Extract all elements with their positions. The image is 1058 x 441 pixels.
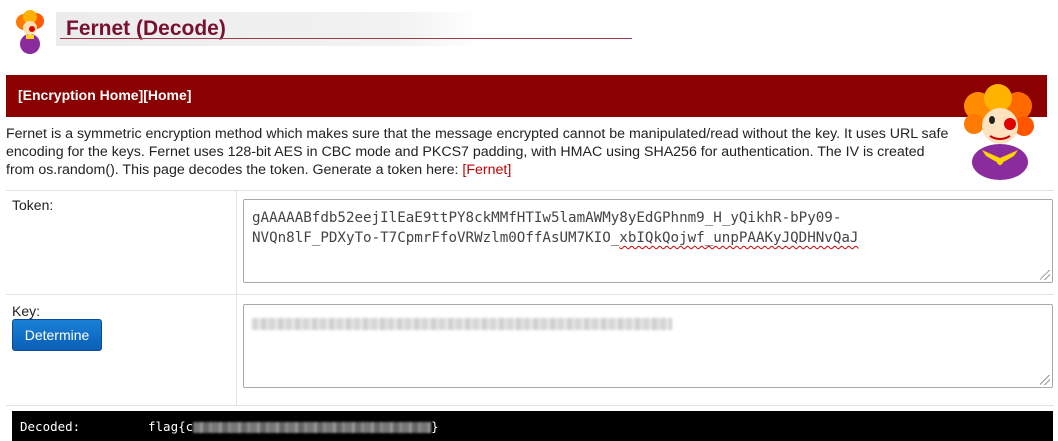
fernet-link[interactable]: [Fernet]	[462, 162, 511, 178]
clown-icon	[16, 10, 44, 54]
column-divider	[236, 191, 237, 405]
encryption-home-link[interactable]: [Encryption Home]	[18, 87, 143, 103]
determine-button[interactable]: Determine	[12, 319, 102, 351]
key-textarea[interactable]	[243, 304, 1053, 388]
decode-form: Token: Key: gAAAAABfdb52eejIlEaE9ttPY8ck…	[6, 190, 1054, 441]
decoded-output: Decoded: flag{c}	[12, 411, 1053, 441]
home-link[interactable]: [Home]	[143, 87, 191, 103]
description: Fernet is a symmetric encryption method …	[6, 125, 956, 179]
token-line-2-spellcheck: xbIQkQojwf_unpPAAKyJQDHNvQaJ	[619, 230, 859, 246]
resize-handle[interactable]	[1040, 375, 1050, 385]
decoded-label: Decoded:	[20, 419, 81, 434]
page-header: Fernet (Decode)	[0, 0, 1058, 60]
decoded-value-prefix: flag{c	[148, 419, 194, 434]
token-line-1: gAAAAABfdb52eejIlEaE9ttPY8ckMMfHTIw5lamA…	[252, 210, 842, 226]
redacted-flag	[193, 422, 432, 433]
decoded-value-suffix: }	[431, 419, 439, 434]
token-label: Token:	[12, 197, 54, 213]
resize-handle[interactable]	[1040, 270, 1050, 280]
clown-mascot-icon	[964, 84, 1034, 180]
title-underline	[60, 38, 632, 39]
nav-links: [Encryption Home][Home]	[18, 87, 191, 103]
token-textarea[interactable]: gAAAAABfdb52eejIlEaE9ttPY8ckMMfHTIw5lamA…	[243, 199, 1053, 283]
redacted-key	[252, 318, 672, 330]
key-label: Key:	[12, 303, 41, 319]
decoded-value: flag{c}	[148, 419, 439, 434]
token-line-2: NVQn8lF_PDXyTo-T7CpmrFfoVRWzlm0OffAsUM7K…	[252, 230, 620, 246]
nav-bar: [Encryption Home][Home]	[6, 75, 1047, 117]
